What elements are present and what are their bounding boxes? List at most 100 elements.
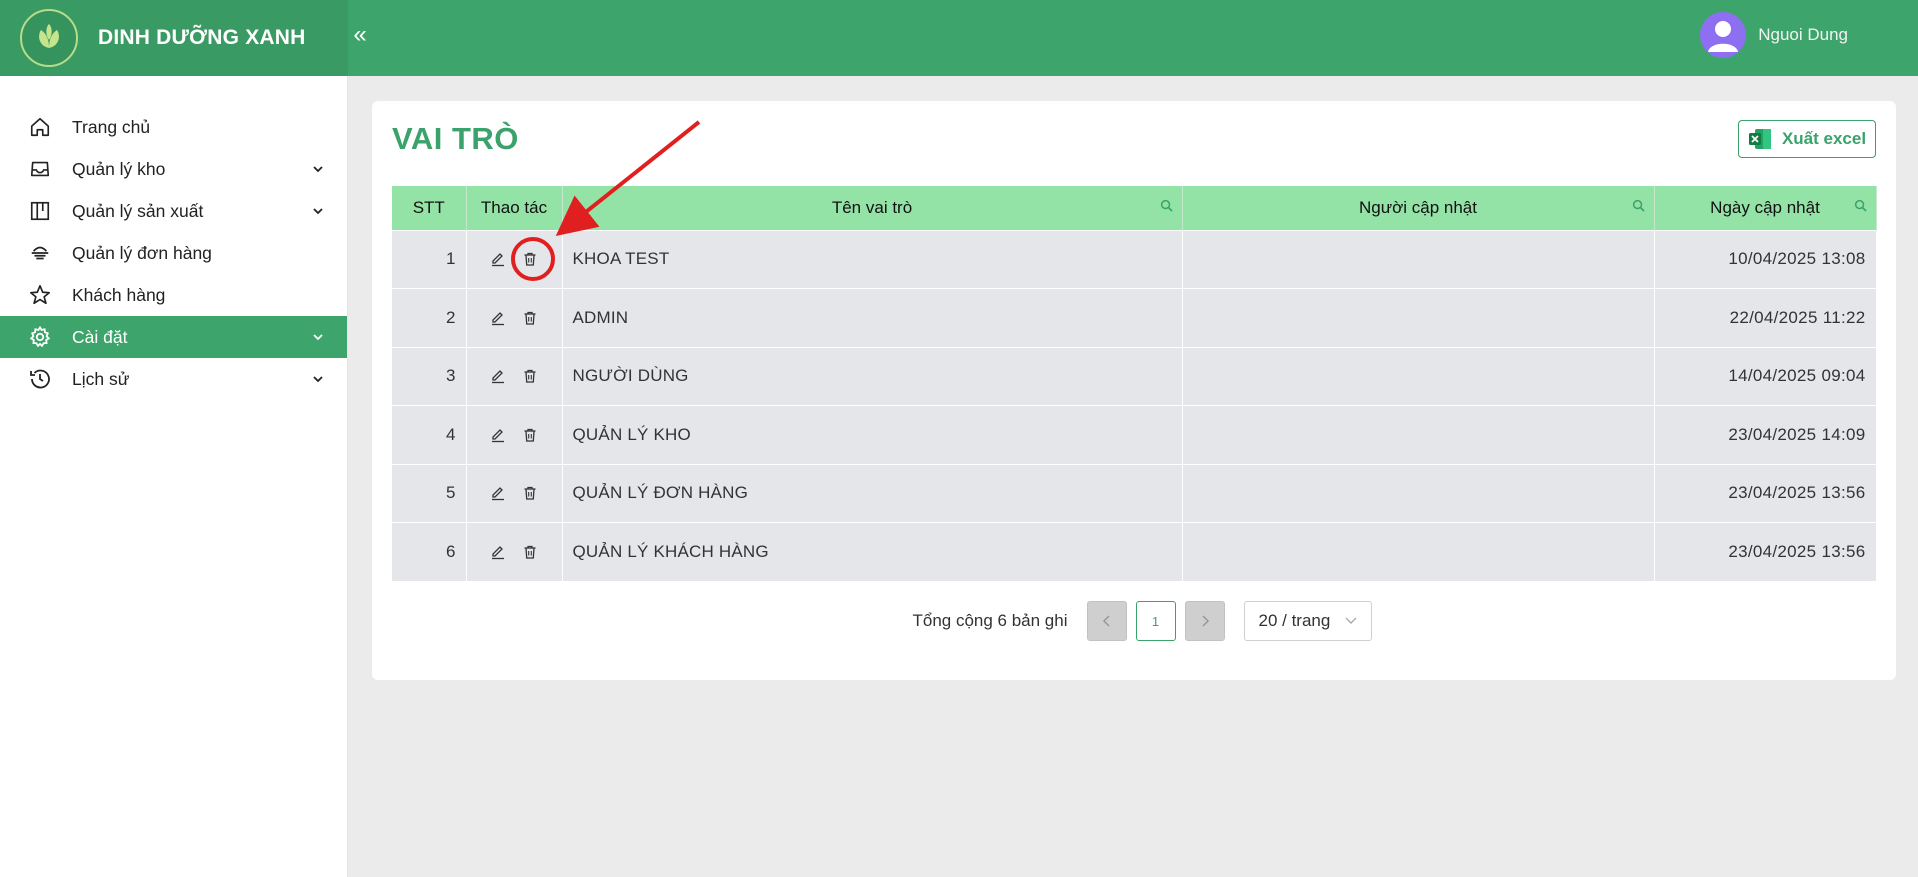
row-updated-by <box>1182 463 1655 523</box>
row-actions <box>466 229 563 289</box>
trash-icon <box>524 370 536 383</box>
delete-button[interactable] <box>514 243 546 275</box>
sidebar-item-label: Quản lý đơn hàng <box>72 242 212 263</box>
sidebar-item-label: Khách hàng <box>72 284 166 305</box>
trash-icon <box>524 428 536 442</box>
trash-icon <box>524 487 536 500</box>
row-role-name: ADMIN <box>562 288 1183 347</box>
star-icon <box>28 283 52 307</box>
pencil-icon <box>492 370 504 384</box>
chevron-down-icon <box>311 162 325 176</box>
sidebar-item-label: Quản lý kho <box>72 158 166 179</box>
row-role-name: NGƯỜI DÙNG <box>562 346 1183 406</box>
search-icon[interactable] <box>1160 199 1174 213</box>
pencil-icon <box>492 311 504 325</box>
pencil-icon <box>492 253 504 267</box>
column-header-label: Người cập nhật <box>1359 197 1477 217</box>
trash-icon <box>524 545 536 559</box>
search-icon[interactable] <box>1854 199 1868 213</box>
edit-button[interactable] <box>482 302 514 334</box>
chevron-left-icon <box>1102 615 1110 627</box>
row-stt: 2 <box>392 288 467 347</box>
total-records: Tổng cộng 6 bản ghi <box>912 611 1068 630</box>
chevron-down-icon <box>311 204 325 218</box>
search-icon[interactable] <box>1632 199 1646 213</box>
table-row: 6 QUẢN LÝ KHÁCH HÀNG 23/04/2025 13:56 <box>392 522 1877 581</box>
sidebar-item-history[interactable]: Lịch sử <box>0 358 347 400</box>
column-header-updated-at: Ngày cập nhật <box>1654 186 1877 230</box>
collapse-sidebar-button[interactable]: « <box>350 20 370 50</box>
inbox-icon <box>28 157 52 181</box>
row-updated-by <box>1182 229 1655 289</box>
row-stt: 6 <box>392 522 467 581</box>
table-row: 2 ADMIN 22/04/2025 11:22 <box>392 288 1877 347</box>
row-stt: 3 <box>392 346 467 406</box>
user-menu[interactable]: Nguoi Dung <box>1700 12 1848 58</box>
pencil-icon <box>492 428 504 442</box>
sidebar-item-label: Cài đặt <box>72 326 128 347</box>
page-size-select[interactable]: 20 / trang <box>1243 601 1372 641</box>
next-page-button[interactable] <box>1184 601 1225 641</box>
prev-page-button[interactable] <box>1086 601 1127 641</box>
pencil-icon <box>492 546 504 560</box>
delete-button[interactable] <box>514 302 546 334</box>
sidebar-item-warehouse[interactable]: Quản lý kho <box>0 148 347 190</box>
row-updated-by <box>1182 288 1655 347</box>
sidebar-item-orders[interactable]: Quản lý đơn hàng <box>0 232 347 274</box>
row-stt: 5 <box>392 463 467 523</box>
sidebar-item-customers[interactable]: Khách hàng <box>0 274 347 316</box>
edit-button[interactable] <box>482 477 514 509</box>
avatar <box>1700 12 1747 58</box>
column-header-actions: Thao tác <box>466 186 563 230</box>
double-chevron-left-icon: « <box>353 21 367 48</box>
user-name: Nguoi Dung <box>1758 25 1848 44</box>
row-updated-at: 22/04/2025 11:22 <box>1654 288 1877 347</box>
sidebar: Trang chủ Quản lý kho Quản lý sản xuất Q… <box>0 76 348 877</box>
sidebar-item-home[interactable]: Trang chủ <box>0 106 347 148</box>
edit-button[interactable] <box>482 419 514 451</box>
trash-icon <box>524 311 536 325</box>
row-role-name: KHOA TEST <box>562 229 1183 289</box>
column-header-role-name: Tên vai trò <box>562 186 1183 230</box>
leaf-logo-icon <box>20 9 78 67</box>
pencil-icon <box>492 487 504 501</box>
row-updated-at: 14/04/2025 09:04 <box>1654 346 1877 406</box>
row-actions <box>466 463 563 523</box>
sidebar-item-label: Lịch sử <box>72 368 130 389</box>
table-row: 3 NGƯỜI DÙNG 14/04/2025 09:04 <box>392 346 1877 406</box>
row-updated-at: 23/04/2025 14:09 <box>1654 405 1877 464</box>
row-role-name: QUẢN LÝ KHO <box>562 405 1183 464</box>
gear-icon <box>28 325 52 349</box>
edit-button[interactable] <box>482 360 514 392</box>
user-icon <box>1708 21 1739 52</box>
roles-card: VAI TRÒ Xuất excel STT Thao tác Tên vai … <box>372 101 1896 680</box>
edit-button[interactable] <box>482 536 514 568</box>
row-updated-by <box>1182 346 1655 406</box>
delivery-icon <box>28 241 52 265</box>
delete-button[interactable] <box>514 536 546 568</box>
column-header-stt: STT <box>392 186 467 230</box>
row-stt: 4 <box>392 405 467 464</box>
row-updated-by <box>1182 405 1655 464</box>
export-excel-label: Xuất excel <box>1781 129 1867 148</box>
brand-name: DINH DƯỠNG XANH <box>98 26 306 49</box>
row-role-name: QUẢN LÝ ĐƠN HÀNG <box>562 463 1183 523</box>
delete-button[interactable] <box>514 477 546 509</box>
excel-icon <box>1748 128 1772 150</box>
sidebar-item-label: Trang chủ <box>72 116 151 137</box>
row-role-name: QUẢN LÝ KHÁCH HÀNG <box>562 522 1183 581</box>
column-header-label: Ngày cập nhật <box>1710 197 1820 217</box>
chevron-down-icon <box>311 330 325 344</box>
table-header-row: STT Thao tác Tên vai trò Người cập nhật … <box>392 186 1877 230</box>
delete-button[interactable] <box>514 419 546 451</box>
delete-button[interactable] <box>514 360 546 392</box>
page-number-button[interactable]: 1 <box>1135 601 1176 641</box>
sidebar-item-label: Quản lý sản xuất <box>72 200 204 221</box>
sidebar-item-production[interactable]: Quản lý sản xuất <box>0 190 347 232</box>
export-excel-button[interactable]: Xuất excel <box>1738 120 1876 158</box>
brand-area: DINH DƯỠNG XANH <box>0 0 348 76</box>
row-updated-by <box>1182 522 1655 581</box>
chevron-down-icon <box>311 372 325 386</box>
sidebar-item-settings[interactable]: Cài đặt <box>0 316 347 358</box>
edit-button[interactable] <box>482 243 514 275</box>
